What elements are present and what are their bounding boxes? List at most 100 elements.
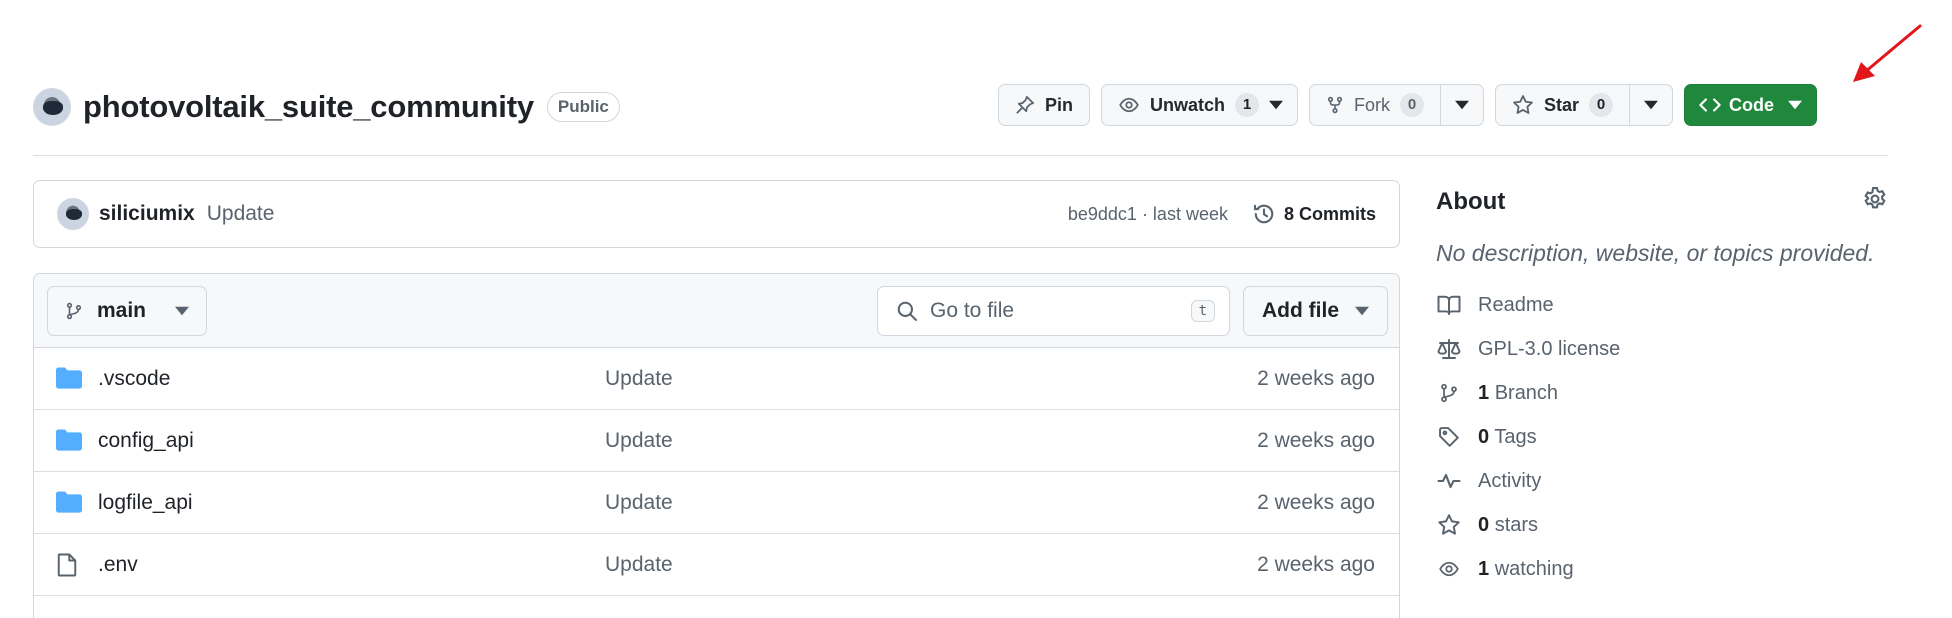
file-name[interactable]: .vscode bbox=[98, 367, 170, 391]
commit-meta[interactable]: be9ddc1 · last week bbox=[1068, 204, 1228, 225]
caret-down-icon bbox=[1455, 100, 1470, 110]
stars-label: stars bbox=[1494, 513, 1539, 536]
branch-selector[interactable]: main bbox=[47, 286, 207, 336]
about-sidebar: About No description, website, or topics… bbox=[1436, 180, 1888, 591]
commit-message[interactable]: Update bbox=[207, 202, 275, 226]
caret-down-icon bbox=[1269, 100, 1284, 110]
unwatch-button[interactable]: Unwatch 1 bbox=[1101, 84, 1299, 126]
file-row[interactable]: .env Update 2 weeks ago bbox=[34, 534, 1399, 596]
branch-icon bbox=[1436, 382, 1462, 404]
file-date: 2 weeks ago bbox=[1257, 552, 1375, 576]
add-file-label: Add file bbox=[1262, 299, 1339, 322]
star-count: 0 bbox=[1589, 93, 1614, 117]
owner-avatar[interactable] bbox=[33, 88, 71, 126]
tags-count: 0 bbox=[1478, 425, 1490, 448]
unwatch-label: Unwatch bbox=[1150, 94, 1226, 115]
readme-link[interactable]: Readme bbox=[1436, 283, 1888, 327]
header-divider bbox=[33, 155, 1888, 156]
about-list: Readme GPL-3.0 license 1 Branch 0 Tags A… bbox=[1436, 283, 1888, 591]
author-avatar[interactable] bbox=[57, 198, 89, 230]
repo-actions: Pin Unwatch 1 Fork 0 Star 0 Code bbox=[998, 84, 1818, 126]
history-icon bbox=[1252, 202, 1276, 226]
latest-commit-bar: siliciumix Update be9ddc1 · last week 8 … bbox=[33, 180, 1400, 248]
file-toolbar: main Go to file t Add file bbox=[34, 274, 1399, 348]
about-description: No description, website, or topics provi… bbox=[1436, 240, 1875, 266]
activity-link[interactable]: Activity bbox=[1436, 459, 1888, 503]
commits-label: 8 Commits bbox=[1283, 203, 1376, 224]
pin-label: Pin bbox=[1045, 94, 1074, 115]
file-icon bbox=[56, 553, 78, 583]
caret-down-icon bbox=[1644, 100, 1659, 110]
stars-link[interactable]: 0 stars bbox=[1436, 503, 1888, 547]
code-button[interactable]: Code bbox=[1684, 84, 1818, 126]
repo-page: photovoltaik_suite_community Public Pin bbox=[0, 0, 1952, 618]
search-icon bbox=[896, 300, 918, 322]
fork-count: 0 bbox=[1400, 93, 1425, 117]
annotation-arrow-icon bbox=[1853, 24, 1922, 82]
fork-button[interactable]: Fork 0 bbox=[1309, 84, 1485, 126]
pin-button[interactable]: Pin bbox=[998, 84, 1091, 126]
branches-link[interactable]: 1 Branch bbox=[1436, 371, 1888, 415]
star-button[interactable]: Star 0 bbox=[1495, 84, 1674, 126]
repo-header: photovoltaik_suite_community Public bbox=[33, 86, 620, 128]
caret-down-icon bbox=[1788, 100, 1803, 110]
watching-count: 1 bbox=[1478, 557, 1490, 580]
gear-icon[interactable] bbox=[1862, 186, 1888, 217]
tags-link[interactable]: 0 Tags bbox=[1436, 415, 1888, 459]
file-row[interactable]: config_api Update 2 weeks ago bbox=[34, 410, 1399, 472]
book-icon bbox=[1436, 294, 1462, 316]
file-name[interactable]: .env bbox=[98, 553, 138, 577]
star-dropdown[interactable] bbox=[1629, 85, 1672, 125]
file-date: 2 weeks ago bbox=[1257, 490, 1375, 514]
star-icon bbox=[1436, 513, 1462, 537]
file-commit-message[interactable]: Update bbox=[605, 367, 673, 391]
watching-link[interactable]: 1 watching bbox=[1436, 547, 1888, 591]
commit-author[interactable]: siliciumix bbox=[99, 202, 195, 226]
folder-icon bbox=[56, 429, 82, 457]
tag-icon bbox=[1436, 426, 1462, 448]
commits-link[interactable]: 8 Commits bbox=[1252, 202, 1376, 226]
watching-label: watching bbox=[1494, 557, 1574, 580]
file-date: 2 weeks ago bbox=[1257, 428, 1375, 452]
license-link[interactable]: GPL-3.0 license bbox=[1436, 327, 1888, 371]
file-commit-message[interactable]: Update bbox=[605, 553, 673, 577]
repo-name[interactable]: photovoltaik_suite_community bbox=[83, 89, 534, 125]
file-row[interactable]: .vscode Update 2 weeks ago bbox=[34, 348, 1399, 410]
code-icon bbox=[1699, 96, 1721, 114]
fork-dropdown[interactable] bbox=[1440, 85, 1483, 125]
activity-label: Activity bbox=[1478, 469, 1542, 492]
file-name[interactable]: logfile_api bbox=[98, 491, 193, 515]
file-name[interactable]: config_api bbox=[98, 429, 194, 453]
star-label: Star bbox=[1544, 94, 1580, 115]
eye-icon bbox=[1118, 95, 1140, 115]
file-date: 2 weeks ago bbox=[1257, 366, 1375, 390]
go-to-file-input[interactable]: Go to file t bbox=[877, 286, 1230, 336]
branch-icon bbox=[65, 300, 83, 322]
branch-count: 1 bbox=[1478, 381, 1490, 404]
tags-label: Tags bbox=[1494, 425, 1537, 448]
file-browser: main Go to file t Add file .vscode Updat… bbox=[33, 273, 1400, 618]
fork-label: Fork bbox=[1354, 94, 1391, 115]
file-row[interactable]: logfile_api Update 2 weeks ago bbox=[34, 472, 1399, 534]
eye-icon bbox=[1436, 559, 1462, 579]
branch-label: Branch bbox=[1494, 381, 1559, 404]
readme-label: Readme bbox=[1478, 293, 1554, 316]
caret-down-icon bbox=[175, 306, 189, 316]
fork-icon bbox=[1326, 95, 1344, 115]
stars-count: 0 bbox=[1478, 513, 1490, 536]
watch-count: 1 bbox=[1235, 93, 1260, 117]
folder-icon bbox=[56, 367, 82, 395]
shortcut-key: t bbox=[1190, 300, 1215, 322]
folder-icon bbox=[56, 491, 82, 519]
visibility-badge: Public bbox=[546, 92, 620, 122]
scale-icon bbox=[1436, 338, 1462, 360]
license-label: GPL-3.0 license bbox=[1478, 337, 1621, 360]
code-label: Code bbox=[1729, 94, 1775, 115]
file-commit-message[interactable]: Update bbox=[605, 429, 673, 453]
pulse-icon bbox=[1436, 471, 1462, 491]
add-file-button[interactable]: Add file bbox=[1243, 286, 1388, 336]
go-to-file-placeholder: Go to file bbox=[930, 299, 1015, 322]
about-title: About bbox=[1436, 188, 1506, 215]
file-commit-message[interactable]: Update bbox=[605, 491, 673, 515]
pin-icon bbox=[1015, 95, 1035, 115]
